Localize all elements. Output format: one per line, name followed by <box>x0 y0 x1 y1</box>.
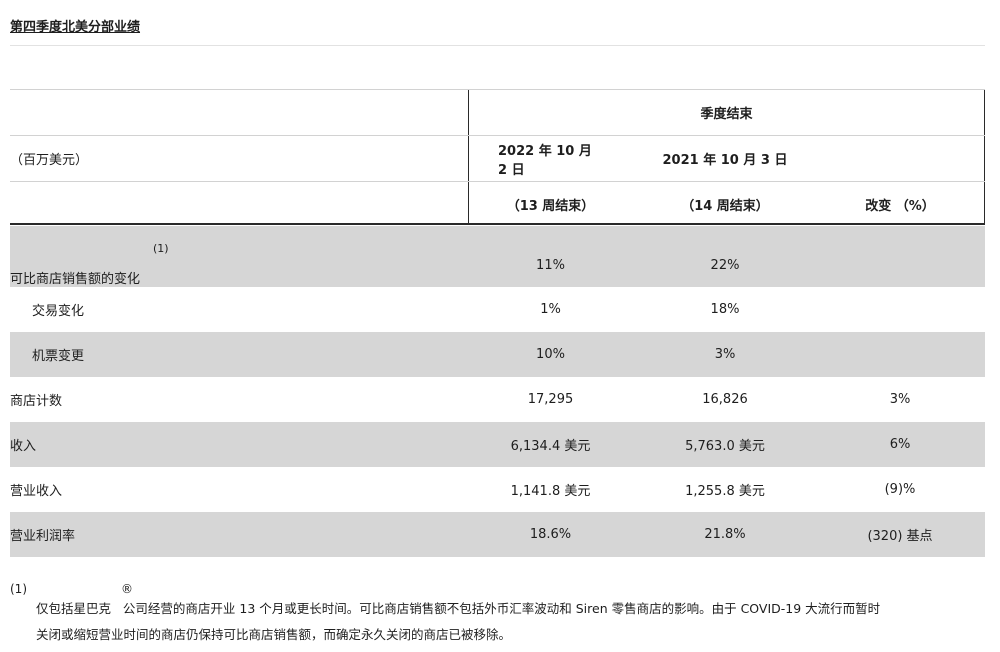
title-divider <box>10 45 985 46</box>
unit-label: （百万美元） <box>10 153 89 168</box>
row-value-2021: 1,255.8 美元 <box>685 484 765 499</box>
col2-weeks: （14 周结束） <box>681 199 769 214</box>
row-value-change <box>835 273 965 287</box>
row-value-2022: 11% <box>536 258 565 273</box>
table-row: 交易变化 1% 18% <box>10 287 985 332</box>
row-value-change: 6% <box>889 437 911 452</box>
header-bottom-rule <box>10 223 985 225</box>
row-value-2021: 18% <box>710 302 740 317</box>
row-value-2022: 17,295 <box>527 392 574 407</box>
row-value-2021: 16,826 <box>702 392 748 407</box>
row-value-2021: 5,763.0 美元 <box>685 439 765 454</box>
row-value-2022: 18.6% <box>529 527 572 542</box>
footnote-ref: (1) <box>153 242 169 255</box>
row-value-2022: 1,141.8 美元 <box>510 484 591 499</box>
row-label: 交易变化 <box>32 304 85 319</box>
header-row-group: 季度结束 <box>10 89 985 135</box>
row-value-change <box>835 287 965 332</box>
row-value-change: 3% <box>889 392 911 407</box>
row-value-change <box>835 332 965 377</box>
row-label: 收入 <box>10 439 37 454</box>
row-label: 营业利润率 <box>10 529 76 544</box>
row-value-change: (320) 基点 <box>867 529 933 544</box>
row-value-change: (9)% <box>884 482 916 497</box>
section-title: 第四季度北美分部业绩 <box>10 20 141 35</box>
change-percent-header: 改变 （%） <box>865 199 935 214</box>
row-value-2021: 21.8% <box>704 527 746 542</box>
row-value-2022: 6,134.4 美元 <box>510 439 591 454</box>
header-row-weeks: （13 周结束） （14 周结束） 改变 （%） <box>10 181 985 227</box>
row-value-2021: 3% <box>714 347 736 362</box>
table-row: 可比商店销售额的变化 (1) 11% 22% <box>10 226 985 287</box>
results-table-body: 可比商店销售额的变化 (1) 11% 22% 交易变化 1% 18% 机票变更 … <box>10 226 985 557</box>
col1-date: 2022 年 10 月 2 日 <box>498 143 592 178</box>
footnote-text: 仅包括星巴克 公司经营的商店开业 13 个月或更长时间。可比商店销售额不包括外币… <box>36 596 986 648</box>
results-table-header: 季度结束 （百万美元） 2022 年 10 月 2 日 2021 年 10 月 … <box>10 89 985 227</box>
row-value-2022: 10% <box>536 347 565 362</box>
col1-weeks: （13 周结束） <box>506 199 595 214</box>
row-label: 机票变更 <box>32 349 85 364</box>
row-value-2021: 22% <box>710 258 740 273</box>
table-row: 营业收入 1,141.8 美元 1,255.8 美元 (9)% <box>10 467 985 512</box>
row-label: 营业收入 <box>10 484 63 499</box>
table-row: 商店计数 17,295 16,826 3% <box>10 377 985 422</box>
registered-trademark-mark: ® <box>121 582 133 596</box>
table-row: 营业利润率 18.6% 21.8% (320) 基点 <box>10 512 985 557</box>
footnote-line-1: 仅包括星巴克 公司经营的商店开业 13 个月或更长时间。可比商店销售额不包括外币… <box>36 601 881 616</box>
table-row: 收入 6,134.4 美元 5,763.0 美元 6% <box>10 422 985 467</box>
col2-date: 2021 年 10 月 3 日 <box>662 153 788 168</box>
footnote-line-2: 关闭或缩短营业时间的商店仍保持可比商店销售额，而确定永久关闭的商店已被移除。 <box>36 627 512 642</box>
row-label: 商店计数 <box>10 394 63 409</box>
table-row: 机票变更 10% 3% <box>10 332 985 377</box>
header-row-dates: （百万美元） 2022 年 10 月 2 日 2021 年 10 月 3 日 <box>10 135 985 181</box>
row-value-2022: 1% <box>540 302 561 317</box>
quarter-ended-label: 季度结束 <box>700 107 753 122</box>
footnote-marker: (1) <box>10 582 27 596</box>
